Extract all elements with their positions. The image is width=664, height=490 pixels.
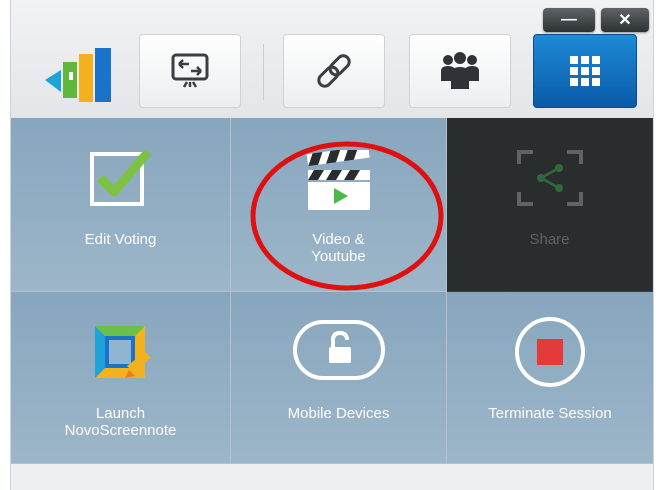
grid-menu-icon (570, 56, 600, 86)
checkbox-icon (89, 149, 151, 206)
mobile-devices-label: Mobile Devices (287, 405, 390, 422)
close-icon: ✕ (618, 12, 632, 29)
launch-novoscreennote-tile[interactable]: Launch NovoScreennote (11, 292, 231, 464)
link-icon (317, 54, 351, 88)
share-label: Share (529, 231, 570, 248)
edit-voting-tile[interactable]: Edit Voting (11, 118, 231, 292)
screen-share-icon (171, 53, 209, 88)
video-youtube-label-line2: Youtube (311, 248, 366, 265)
screen-share-button[interactable] (139, 34, 241, 108)
mobile-devices-tile[interactable]: Mobile Devices (231, 292, 447, 464)
unlock-icon (292, 320, 385, 380)
feature-grid: Edit Voting Video & Youtube Share Launch… (11, 118, 653, 464)
edit-voting-label: Edit Voting (84, 231, 157, 248)
logo-icon (45, 48, 111, 102)
launch-label-line2: NovoScreennote (64, 422, 177, 439)
video-youtube-tile[interactable]: Video & Youtube (231, 118, 447, 292)
close-button[interactable]: ✕ (601, 8, 649, 32)
video-youtube-label-line1: Video & (312, 231, 365, 248)
launch-label-line1: Launch (95, 405, 146, 422)
minimize-icon: — (561, 11, 577, 28)
toolbar: — ✕ (11, 0, 653, 119)
link-button[interactable] (283, 34, 385, 108)
stop-icon (515, 317, 585, 387)
bottom-bar (11, 464, 653, 490)
share-tile: Share (447, 118, 653, 292)
users-group-icon (441, 52, 479, 89)
screennote-icon (94, 326, 151, 378)
app-window: — ✕ Edit Voting Video & Youtube Share La… (10, 0, 654, 490)
grid-menu-button[interactable] (533, 34, 637, 108)
minimize-button[interactable]: — (543, 8, 595, 32)
toolbar-divider (263, 44, 264, 100)
terminate-session-label: Terminate Session (488, 405, 612, 422)
clapperboard-icon (306, 150, 370, 210)
users-button[interactable] (409, 34, 511, 108)
terminate-session-tile[interactable]: Terminate Session (447, 292, 653, 464)
share-icon (516, 150, 583, 206)
